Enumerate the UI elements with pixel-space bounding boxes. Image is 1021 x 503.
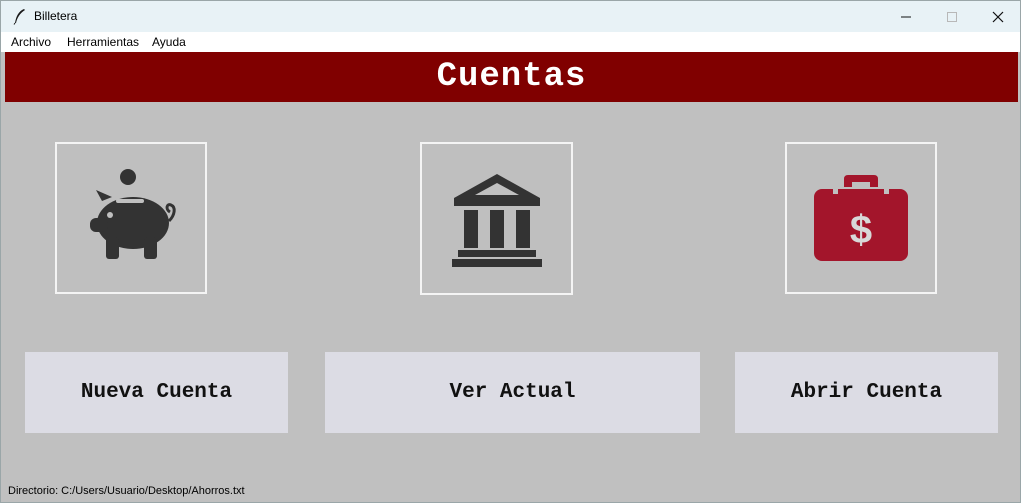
piggy-bank-icon bbox=[90, 169, 176, 259]
menu-bar: Archivo Herramientas Ayuda bbox=[1, 32, 1020, 52]
new-account-label: Nueva Cuenta bbox=[80, 381, 233, 404]
current-account-image[interactable] bbox=[420, 142, 573, 295]
view-current-button[interactable]: Ver Actual bbox=[325, 352, 700, 433]
new-account-button[interactable]: Nueva Cuenta bbox=[25, 352, 288, 433]
header-banner: Cuentas bbox=[5, 52, 1018, 102]
window-title: Billetera bbox=[34, 9, 78, 23]
menu-archivo[interactable]: Archivo bbox=[11, 35, 51, 49]
menu-herramientas[interactable]: Herramientas bbox=[67, 35, 139, 49]
feather-icon bbox=[13, 9, 25, 25]
close-icon bbox=[992, 11, 1004, 22]
open-account-image[interactable]: $ bbox=[785, 142, 937, 294]
view-current-label: Ver Actual bbox=[449, 381, 576, 404]
page-title: Cuentas bbox=[436, 58, 587, 96]
close-button[interactable] bbox=[975, 1, 1020, 32]
minimize-icon bbox=[901, 16, 911, 17]
menu-ayuda[interactable]: Ayuda bbox=[152, 35, 186, 49]
minimize-button[interactable] bbox=[883, 1, 929, 32]
bank-building-icon bbox=[451, 173, 542, 267]
maximize-button[interactable] bbox=[929, 1, 975, 32]
title-bar[interactable]: Billetera bbox=[1, 1, 1020, 32]
open-account-label: Abrir Cuenta bbox=[790, 381, 943, 404]
open-account-button[interactable]: Abrir Cuenta bbox=[735, 352, 998, 433]
maximize-icon bbox=[947, 11, 957, 22]
app-window: Billetera Archivo Herramientas Ayuda Cue… bbox=[0, 0, 1021, 503]
main-content: $ Nueva Cuenta Ver Actual Abrir Cuenta bbox=[5, 102, 1018, 502]
svg-text:$: $ bbox=[850, 208, 872, 252]
money-briefcase-icon: $ bbox=[814, 175, 908, 261]
new-account-image[interactable] bbox=[55, 142, 207, 294]
status-bar-path: Directorio: C:/Users/Usuario/Desktop/Aho… bbox=[8, 485, 245, 497]
